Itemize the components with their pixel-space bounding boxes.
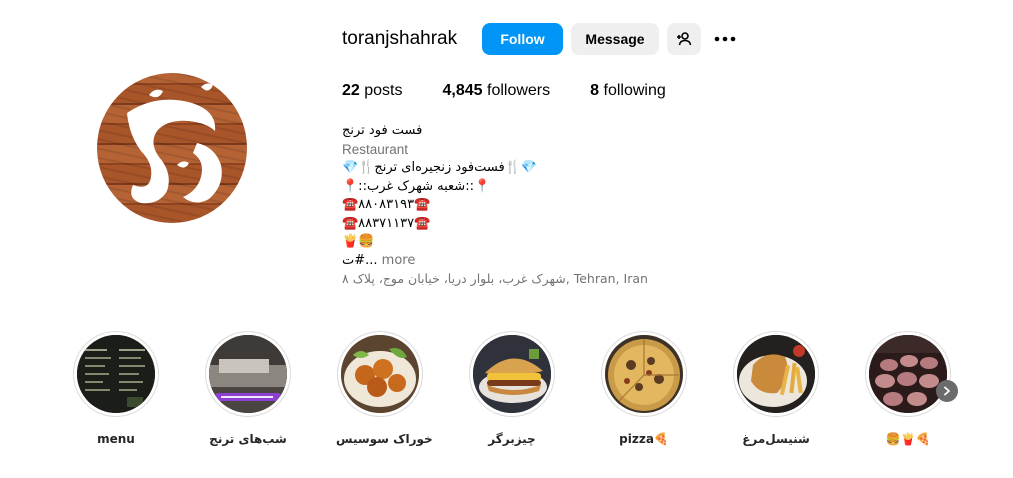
highlight-label: خوراک سوسیس [336,432,433,446]
profile-header: toranjshahrak Follow Message [342,23,741,55]
bio-line: 💎🍴فست‌فود زنجیره‌ای ترنج🍴💎 [342,160,538,175]
highlight-ring [337,331,423,417]
highlight-label: شنیسل‌مرغ [742,432,810,446]
cheeseburger-image [473,335,551,413]
highlight-nights[interactable]: شب‌های ترنج [204,331,292,446]
message-button[interactable]: Message [571,23,659,55]
follow-button[interactable]: Follow [482,23,563,55]
highlight-label: 🍔🍟🍕 [885,432,931,446]
more-horizontal-icon [714,36,736,42]
restaurant-interior-image [209,335,287,413]
highlight-label: شب‌های ترنج [209,432,287,446]
profile-stats: 22 posts 4,845 followers 8 following [342,82,706,100]
following-stat[interactable]: 8 following [590,82,666,100]
bio-line: ☎️۸۸۰۸۳۱۹۳☎️ [342,197,431,212]
highlight-ring [205,331,291,417]
profile-avatar[interactable] [97,73,247,223]
grill-patties-image [869,335,947,413]
bio-truncated-text: ت#... [342,252,382,268]
highlights-next-button[interactable] [936,380,958,402]
highlight-ring [469,331,555,417]
followers-stat[interactable]: 4,845 followers [443,82,551,100]
highlight-thumbnail [77,335,155,413]
highlight-pizza[interactable]: pizza🍕 [600,331,688,446]
highlight-thumbnail [605,335,683,413]
highlight-label: menu [97,432,135,446]
followers-count: 4,845 [442,82,483,99]
posts-label: posts [364,82,403,99]
chevron-right-icon [944,386,950,396]
highlight-thumbnail [209,335,287,413]
highlight-thumbnail [473,335,551,413]
sausage-dish-image [341,335,419,413]
profile-category: Restaurant [342,141,409,157]
posts-count: 22 [342,82,360,99]
more-options-button[interactable] [709,23,741,55]
highlight-sausage[interactable]: خوراک سوسیس [336,331,433,446]
highlight-cheeseburger[interactable]: چیزبرگر [468,331,556,446]
schnitzel-image [737,335,815,413]
highlight-ring [733,331,819,417]
following-label: following [603,82,666,99]
more-link[interactable]: more [382,253,416,268]
profile-address[interactable]: شهرک غرب، بلوار دریا، خیابان موج، پلاک ۸… [342,270,662,289]
following-count: 8 [590,82,600,99]
bio-line: ☎️۸۸۳۷۱۱۳۷☎️ [342,215,431,231]
menu-board-image [77,335,155,413]
pizza-image [605,335,683,413]
followers-label: followers [487,82,551,99]
posts-stat: 22 posts [342,82,403,100]
bio-line: 📍::شعبه شهرک غرب::📍 [342,178,491,194]
story-highlights: menu شب‌های ترنج [72,331,972,451]
highlight-thumbnail [869,335,947,413]
highlight-label: چیزبرگر [488,432,536,446]
bio-truncated-line: ت#... more [342,252,662,271]
suggest-user-button[interactable] [667,23,701,55]
highlight-ring [73,331,159,417]
profile-bio: فست فود ترنج Restaurant 💎🍴فست‌فود زنجیره… [342,122,662,289]
username: toranjshahrak [342,28,458,49]
logo-calligraphy-icon [127,83,222,204]
highlight-menu[interactable]: menu [72,331,160,446]
profile-full-name: فست فود ترنج [342,123,423,138]
highlight-ring [601,331,687,417]
highlight-thumbnail [341,335,419,413]
highlight-chicken-schnitzel[interactable]: شنیسل‌مرغ [732,331,820,446]
highlight-ring [865,331,951,417]
highlight-label: pizza🍕 [619,432,669,446]
add-person-icon [677,32,692,46]
bio-line: 🍟🍔 [342,234,375,249]
highlight-thumbnail [737,335,815,413]
